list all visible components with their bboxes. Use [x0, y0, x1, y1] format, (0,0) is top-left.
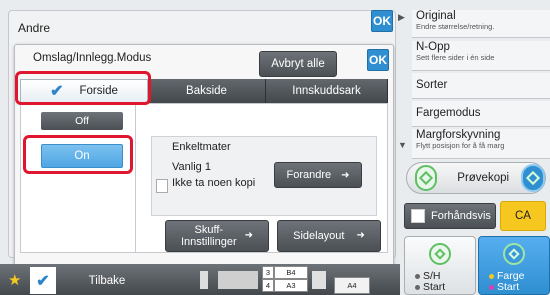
feed-mode-text: Enkeltmater: [172, 141, 231, 153]
outer-ok-button[interactable]: OK: [371, 10, 393, 32]
start-green-icon: [503, 243, 525, 265]
scroll-down-icon[interactable]: ▼: [398, 140, 410, 152]
color-dot-icon: [489, 274, 494, 279]
tray-size: B4: [274, 266, 308, 279]
tray-settings-line1: Skuff-: [194, 224, 224, 236]
tray-indicator-icon: [200, 271, 208, 289]
color-start-button[interactable]: Farge Start: [478, 236, 550, 295]
tray-settings-label: Skuff- Innstillinger: [181, 224, 237, 248]
color-line2: Start: [497, 281, 520, 293]
proof-copy-label: Prøvekopi: [457, 172, 510, 184]
off-button[interactable]: Off: [41, 112, 123, 130]
check-icon[interactable]: ✔: [30, 267, 56, 294]
bw-start-label: S/H Start: [415, 271, 445, 293]
bw-start-button[interactable]: S/H Start: [404, 236, 476, 295]
current-paper-size: A4: [334, 277, 370, 294]
menu-title: Fargemodus: [416, 107, 481, 119]
tab-label: Innskuddsark: [292, 85, 361, 97]
menu-title: Sorter: [416, 79, 448, 91]
cover-settings-box: Enkeltmater Vanlig 1 Ikke ta noen kopi F…: [151, 136, 377, 216]
status-bar: ★ ✔ Tilbake 3 B4 4 A3 A4: [0, 247, 400, 295]
arrow-right-icon: ➜: [356, 230, 365, 241]
page-layout-label: Sidelayout: [293, 230, 345, 242]
tab-back-cover[interactable]: Bakside: [148, 79, 266, 103]
preview-label: Forhåndsvis: [431, 210, 491, 222]
color-dot-icon: [489, 285, 494, 290]
menu-title: N-Opp: [416, 41, 450, 53]
start-green-icon: [415, 165, 438, 191]
tab-insert-sheet[interactable]: Innskuddsark: [266, 79, 388, 103]
tray-number: 3: [262, 266, 274, 279]
menu-title: Margforskyvning: [416, 129, 501, 141]
start-green-icon: [429, 243, 451, 265]
bw-dot-icon: [415, 285, 420, 290]
bw-line2: Start: [423, 281, 446, 293]
diamond-icon: [525, 170, 541, 186]
star-icon[interactable]: ★: [8, 271, 21, 289]
highlight-on-button: [23, 135, 133, 174]
preview-button[interactable]: Forhåndsvis: [404, 203, 496, 229]
change-button[interactable]: Forandre ➜: [274, 162, 362, 188]
diamond-icon: [419, 170, 434, 186]
change-label: Forandre: [286, 169, 332, 181]
divider: [135, 104, 136, 252]
paper-tray-text: Vanlig 1: [172, 161, 211, 173]
dialog-ok-button[interactable]: OK: [367, 49, 389, 71]
dialog-title: Omslag/Innlegg.Modus: [33, 52, 152, 64]
tab-label: Bakside: [186, 85, 227, 97]
back-button[interactable]: Tilbake: [62, 267, 152, 294]
copy-mode-text: Ikke ta noen kopi: [172, 177, 256, 189]
bw-dot-icon: [415, 274, 420, 279]
cancel-all-button[interactable]: Avbryt alle: [259, 51, 337, 77]
diamond-icon: [508, 248, 520, 260]
blank-page-icon: [156, 179, 168, 193]
color-start-label: Farge Start: [489, 271, 524, 293]
menu-subtitle: Flytt posisjon for å få marg: [416, 141, 505, 150]
clear-all-button[interactable]: CA: [500, 201, 546, 231]
tray-indicator-icon: [218, 271, 258, 289]
copier-screen: Andre OK Omslag/Innlegg.Modus Avbryt all…: [0, 0, 550, 295]
arrow-right-icon: ➜: [244, 230, 254, 241]
menu-title: Original: [416, 10, 456, 22]
proof-copy-button[interactable]: Prøvekopi: [406, 162, 546, 194]
menu-subtitle: Sett flere sider i én side: [416, 53, 495, 62]
menu-margin-shift[interactable]: Margforskyvning Flytt posisjon for å få …: [412, 129, 550, 159]
tray-number: 4: [262, 279, 274, 292]
menu-original[interactable]: Original Endre størrelse/retning.: [412, 10, 550, 38]
window-title: Andre: [18, 21, 51, 35]
expand-arrow-icon[interactable]: ▶: [398, 12, 410, 24]
highlight-front-tab: [15, 71, 151, 105]
tray-size: A3: [274, 279, 308, 292]
menu-subtitle: Endre størrelse/retning.: [416, 22, 495, 31]
menu-sort[interactable]: Sorter: [412, 73, 550, 99]
menu-n-up[interactable]: N-Opp Sett flere sider i én side: [412, 41, 550, 71]
menu-color-mode[interactable]: Fargemodus: [412, 101, 550, 127]
arrow-right-icon: ➜: [341, 169, 350, 181]
diamond-icon: [434, 248, 446, 260]
tray-indicator-icon: [312, 271, 326, 289]
preview-icon: [411, 209, 425, 223]
start-blue-icon: [521, 164, 545, 192]
